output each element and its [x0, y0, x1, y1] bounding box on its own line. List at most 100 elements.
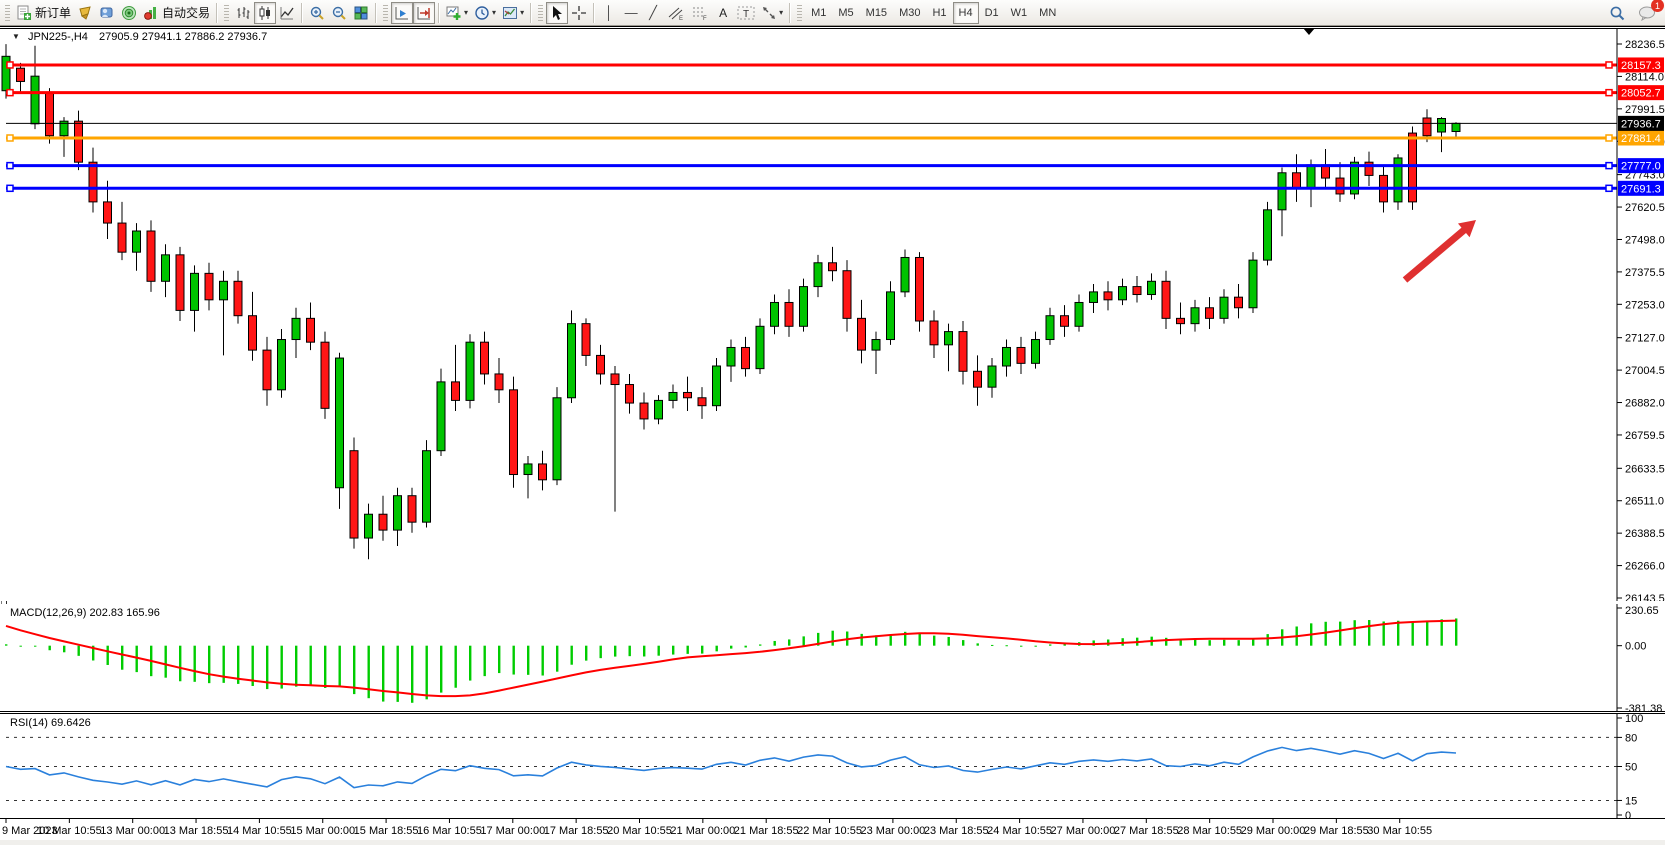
indicators-button[interactable]: ▾ [443, 2, 471, 24]
toolbar-grip[interactable] [383, 5, 388, 21]
macd-pane[interactable]: 230.650.00-381.38 [0, 604, 1665, 711]
date-tick-label: 16 Mar 10:55 [417, 825, 482, 837]
macd-label: MACD(12,26,9) 202.83 165.96 [10, 607, 160, 619]
channel-tool-button[interactable]: E [664, 2, 688, 24]
notifications-button[interactable]: 1 [1635, 2, 1659, 24]
main-price-pane[interactable]: 28236.528114.027991.527869.027743.027620… [0, 26, 1665, 601]
templates-button[interactable]: ▾ [499, 2, 527, 24]
macd-histogram [5, 618, 1457, 702]
price-tick-label: 26511.0 [1625, 496, 1664, 508]
timeframe-button-d1[interactable]: D1 [979, 2, 1005, 24]
svg-text:F: F [703, 16, 707, 21]
chart-shift-icon [416, 5, 432, 21]
market-watch-button[interactable] [74, 2, 96, 24]
date-tick-label: 15 Mar 18:55 [354, 825, 419, 837]
rsi-label: RSI(14) 69.6426 [10, 717, 91, 729]
toolbar-grip[interactable] [5, 5, 10, 21]
macd-tick-label: 230.65 [1625, 605, 1659, 617]
auto-scroll-button[interactable] [391, 2, 413, 24]
cursor-tool-button[interactable] [546, 2, 568, 24]
text-tool-button[interactable]: A [712, 2, 734, 24]
signals-button[interactable] [118, 2, 140, 24]
date-tick-label: 17 Mar 18:55 [544, 825, 609, 837]
rsi-tick-label: 50 [1625, 762, 1637, 774]
timeframe-button-m15[interactable]: M15 [860, 2, 893, 24]
collapse-triangle-icon[interactable]: ▼ [12, 32, 20, 41]
line-handle[interactable] [7, 135, 13, 141]
zoom-in-button[interactable] [306, 2, 328, 24]
equidistant-channel-icon: E [667, 5, 685, 21]
chart-title: ▼ JPN225-,H4 27905.9 27941.1 27886.2 279… [12, 31, 267, 43]
tile-windows-icon [353, 5, 369, 21]
fibonacci-icon: F [691, 5, 709, 21]
search-button[interactable] [1606, 2, 1629, 24]
autotrading-button[interactable]: 自动交易 [140, 2, 213, 24]
trendline-icon: ╱ [649, 5, 657, 21]
candles-layer [2, 44, 1460, 559]
pane-separator[interactable] [0, 26, 1665, 29]
price-tick-label: 28236.5 [1625, 39, 1665, 51]
line-handle[interactable] [1606, 135, 1612, 141]
date-tick-label: 23 Mar 00:00 [860, 825, 925, 837]
text-label-icon: T [737, 5, 755, 21]
macd-tick-label: 0.00 [1625, 641, 1646, 653]
date-tick-label: 10 Mar 10:55 [37, 825, 102, 837]
vline-tool-button[interactable]: │ [598, 2, 620, 24]
timeframe-button-mn[interactable]: MN [1033, 2, 1062, 24]
hline-tool-button[interactable]: — [620, 2, 642, 24]
line-handle[interactable] [7, 163, 13, 169]
arrow-annotation[interactable] [1405, 220, 1476, 280]
timeframe-button-m30[interactable]: M30 [893, 2, 926, 24]
line-handle[interactable] [1606, 90, 1612, 96]
data-window-button[interactable] [96, 2, 118, 24]
line-handle[interactable] [7, 185, 13, 191]
line-handle[interactable] [1606, 62, 1612, 68]
timeframe-button-h1[interactable]: H1 [926, 2, 952, 24]
svg-text:T: T [743, 9, 749, 20]
timeframe-button-h4[interactable]: H4 [953, 2, 979, 24]
macd-axis: 230.650.00-381.38 [1617, 604, 1662, 711]
price-tick-label: 27253.0 [1625, 299, 1665, 311]
crosshair-tool-button[interactable] [568, 2, 590, 24]
candlestick-chart-button[interactable] [254, 2, 276, 24]
bar-chart-button[interactable] [232, 2, 254, 24]
line-handle[interactable] [7, 90, 13, 96]
date-tick-label: 13 Mar 00:00 [100, 825, 165, 837]
text-label-tool-button[interactable]: T [734, 2, 758, 24]
arrows-tool-button[interactable]: ▾ [758, 2, 786, 24]
chart-shift-button[interactable] [413, 2, 435, 24]
tile-windows-button[interactable] [350, 2, 372, 24]
price-badge-label: 28157.3 [1621, 60, 1661, 72]
trendline-tool-button[interactable]: ╱ [642, 2, 664, 24]
periods-button[interactable]: ▾ [471, 2, 499, 24]
line-handle[interactable] [1606, 163, 1612, 169]
toolbar-grip[interactable] [797, 5, 802, 21]
toolbar-grip[interactable] [538, 5, 543, 21]
price-tick-label: 28114.0 [1625, 71, 1664, 83]
toolbar-separator [438, 3, 440, 23]
ohlc-bars-icon [235, 5, 251, 21]
fibonacci-tool-button[interactable]: F [688, 2, 712, 24]
date-tick-label: 28 Mar 10:55 [1177, 825, 1242, 837]
price-tick-label: 27004.5 [1625, 365, 1665, 377]
rsi-axis: 1008050150 [1617, 714, 1643, 818]
rsi-pane[interactable]: 1008050150 [0, 714, 1665, 818]
rsi-tick-label: 100 [1625, 714, 1643, 725]
date-tick-label: 21 Mar 18:55 [734, 825, 799, 837]
chart-shift-marker[interactable] [1303, 28, 1315, 35]
date-tick-label: 30 Mar 10:55 [1367, 825, 1432, 837]
chart-window: ▼ JPN225-,H4 27905.9 27941.1 27886.2 279… [0, 26, 1665, 845]
toolbar-grip[interactable] [224, 5, 229, 21]
zoom-out-button[interactable] [328, 2, 350, 24]
new-order-button[interactable]: 新订单 [13, 2, 74, 24]
timeframe-button-w1[interactable]: W1 [1005, 2, 1034, 24]
line-handle[interactable] [7, 62, 13, 68]
price-tick-label: 27375.5 [1625, 267, 1665, 279]
dropdown-caret: ▾ [464, 8, 468, 17]
date-tick-label: 17 Mar 00:00 [480, 825, 545, 837]
timeframe-button-m5[interactable]: M5 [832, 2, 859, 24]
timeframe-button-m1[interactable]: M1 [805, 2, 832, 24]
line-handle[interactable] [1606, 185, 1612, 191]
line-chart-button[interactable] [276, 2, 298, 24]
horizontal-lines-layer[interactable] [6, 62, 1617, 191]
